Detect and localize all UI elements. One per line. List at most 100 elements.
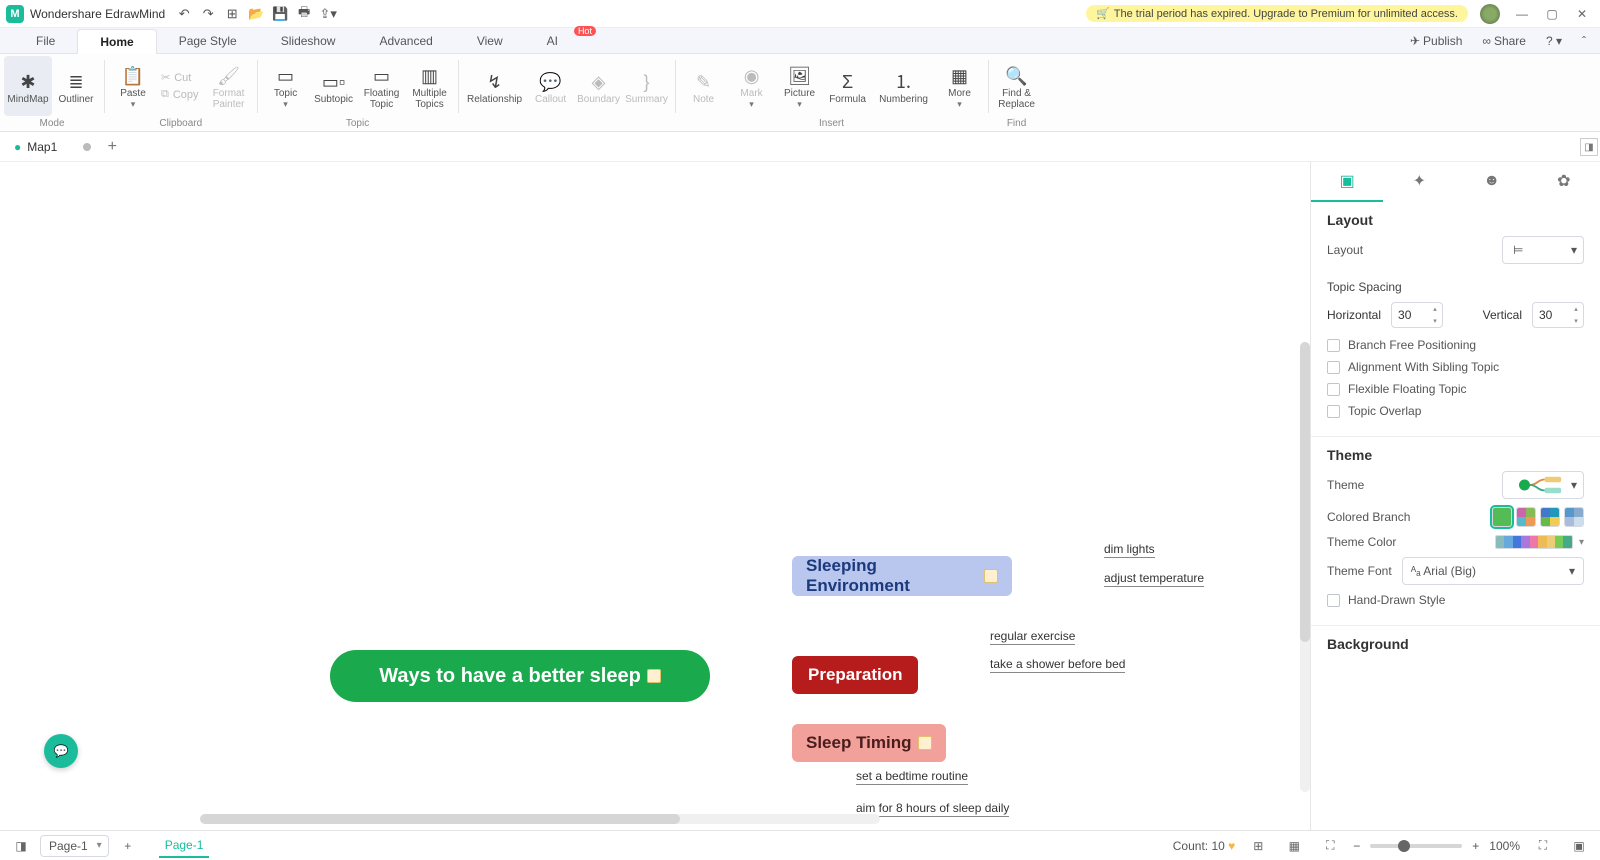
- subtopic[interactable]: set a bedtime routine: [856, 769, 968, 785]
- branch-color-4[interactable]: [1564, 507, 1584, 527]
- formula-button[interactable]: ΣFormula: [824, 56, 872, 116]
- subtopic[interactable]: dim lights: [1104, 542, 1155, 558]
- format-painter-button[interactable]: 🖌Format Painter: [205, 56, 253, 116]
- print-button[interactable]: 🖶: [293, 3, 315, 25]
- page-select[interactable]: Page-1: [40, 835, 109, 857]
- numbering-button[interactable]: ⒈Numbering: [872, 56, 936, 116]
- subtopic[interactable]: adjust temperature: [1104, 571, 1204, 587]
- branch-free-checkbox[interactable]: Branch Free Positioning: [1327, 338, 1584, 352]
- layout-select[interactable]: ⊨▾: [1502, 236, 1584, 264]
- subtopic[interactable]: aim for 8 hours of sleep daily: [856, 801, 1009, 817]
- maximize-button[interactable]: ▢: [1540, 2, 1564, 26]
- trial-banner[interactable]: 🛒 The trial period has expired. Upgrade …: [1086, 5, 1468, 22]
- share-button[interactable]: ∞Share: [1476, 34, 1532, 48]
- copy-button[interactable]: ⧉Copy: [161, 88, 199, 101]
- note-button[interactable]: ✎Note: [680, 56, 728, 116]
- collapse-ribbon-button[interactable]: ˆ: [1576, 34, 1592, 48]
- export-button[interactable]: ⇪▾: [317, 3, 339, 25]
- add-tab-button[interactable]: +: [99, 134, 125, 160]
- subtopic[interactable]: regular exercise: [990, 629, 1075, 645]
- save-button[interactable]: 💾: [269, 3, 291, 25]
- boundary-button[interactable]: ◈Boundary: [575, 56, 623, 116]
- v-scrollbar[interactable]: [1300, 342, 1310, 792]
- floating-topic-button[interactable]: ▭Floating Topic: [358, 56, 406, 116]
- menu-page-style[interactable]: Page Style: [157, 28, 259, 53]
- v-scrollbar-thumb[interactable]: [1300, 342, 1310, 642]
- panel-toggle-button[interactable]: ◨: [1580, 138, 1598, 156]
- zoom-slider-knob[interactable]: [1398, 840, 1410, 852]
- mode-outliner-button[interactable]: ≣Outliner: [52, 56, 100, 116]
- close-button[interactable]: ✕: [1570, 2, 1594, 26]
- menu-advanced[interactable]: Advanced: [357, 28, 454, 53]
- topic-preparation[interactable]: Preparation: [792, 656, 918, 694]
- panel-tab-settings[interactable]: ✿: [1528, 162, 1600, 202]
- branch-color-2[interactable]: [1516, 507, 1536, 527]
- mark-button[interactable]: ◉Mark▾: [728, 56, 776, 116]
- view-mode-3[interactable]: ⛶: [1317, 833, 1343, 859]
- help-button[interactable]: ? ▾: [1540, 34, 1568, 48]
- branch-color-1[interactable]: [1492, 507, 1512, 527]
- panel-tab-layout[interactable]: ▣: [1311, 162, 1383, 202]
- theme-select[interactable]: ▾: [1502, 471, 1584, 499]
- user-avatar[interactable]: [1480, 4, 1500, 24]
- view-mode-1[interactable]: ⊞: [1245, 833, 1271, 859]
- publish-button[interactable]: ✈Publish: [1404, 34, 1468, 48]
- note-icon[interactable]: [647, 669, 661, 683]
- redo-button[interactable]: ↷: [197, 3, 219, 25]
- note-icon[interactable]: [918, 736, 932, 750]
- multiple-topics-button[interactable]: ▥Multiple Topics: [406, 56, 454, 116]
- undo-button[interactable]: ↶: [173, 3, 195, 25]
- paste-button[interactable]: 📋Paste▾: [109, 56, 157, 116]
- page-tab[interactable]: Page-1: [159, 834, 210, 858]
- subtopic[interactable]: take a shower before bed: [990, 657, 1125, 673]
- minimize-button[interactable]: ―: [1510, 2, 1534, 26]
- find-replace-button[interactable]: 🔍Find & Replace: [993, 56, 1041, 116]
- menu-ai[interactable]: AI Hot: [525, 28, 592, 53]
- flexible-float-checkbox[interactable]: Flexible Floating Topic: [1327, 382, 1584, 396]
- floating-topic-icon: ▭: [373, 66, 390, 88]
- relationship-button[interactable]: ↯Relationship: [463, 56, 527, 116]
- zoom-slider[interactable]: [1370, 844, 1462, 848]
- add-page-button[interactable]: +: [115, 833, 141, 859]
- menu-home[interactable]: Home: [77, 29, 156, 54]
- picture-button[interactable]: 🖼Picture▾: [776, 56, 824, 116]
- theme-font-select[interactable]: ᴬₐ Arial (Big)▾: [1402, 557, 1584, 585]
- panel-tab-style[interactable]: ✦: [1383, 162, 1455, 202]
- document-tab[interactable]: ● Map1: [6, 140, 99, 154]
- color-dropdown[interactable]: ▾: [1579, 537, 1584, 548]
- callout-button[interactable]: 💬Callout: [527, 56, 575, 116]
- h-scrollbar[interactable]: [200, 814, 880, 824]
- theme-color-strip[interactable]: [1495, 535, 1573, 549]
- fit-button[interactable]: ▣: [1566, 833, 1592, 859]
- vertical-spacing-input[interactable]: 30▴▾: [1532, 302, 1584, 328]
- more-button[interactable]: ▦More▾: [936, 56, 984, 116]
- canvas[interactable]: Ways to have a better sleep Sleeping Env…: [0, 162, 1310, 830]
- zoom-in-button[interactable]: +: [1472, 839, 1479, 853]
- menu-slideshow[interactable]: Slideshow: [259, 28, 358, 53]
- branch-color-3[interactable]: [1540, 507, 1560, 527]
- menu-view[interactable]: View: [455, 28, 525, 53]
- zoom-out-button[interactable]: −: [1353, 839, 1360, 853]
- cut-button[interactable]: ✂Cut: [161, 71, 199, 84]
- subtopic-button[interactable]: ▭▫Subtopic: [310, 56, 358, 116]
- chat-fab[interactable]: 💬: [44, 734, 78, 768]
- topic-overlap-checkbox[interactable]: Topic Overlap: [1327, 404, 1584, 418]
- menu-file[interactable]: File: [14, 28, 77, 53]
- page-list-button[interactable]: ◨: [8, 833, 34, 859]
- summary-button[interactable]: }Summary: [623, 56, 671, 116]
- new-button[interactable]: ⊞: [221, 3, 243, 25]
- topic-sleeping-environment[interactable]: Sleeping Environment: [792, 556, 1012, 596]
- view-mode-2[interactable]: ▦: [1281, 833, 1307, 859]
- topic-button[interactable]: ▭Topic▾: [262, 56, 310, 116]
- horizontal-spacing-input[interactable]: 30▴▾: [1391, 302, 1443, 328]
- topic-sleep-timing[interactable]: Sleep Timing: [792, 724, 946, 762]
- mode-mindmap-button[interactable]: ✱MindMap: [4, 56, 52, 116]
- align-sibling-checkbox[interactable]: Alignment With Sibling Topic: [1327, 360, 1584, 374]
- note-icon[interactable]: [984, 569, 998, 583]
- open-button[interactable]: 📂: [245, 3, 267, 25]
- panel-tab-icon[interactable]: ☻: [1456, 162, 1528, 202]
- root-topic[interactable]: Ways to have a better sleep: [330, 650, 710, 702]
- h-scrollbar-thumb[interactable]: [200, 814, 680, 824]
- fullscreen-button[interactable]: ⛶: [1530, 833, 1556, 859]
- hand-drawn-checkbox[interactable]: Hand-Drawn Style: [1327, 593, 1584, 607]
